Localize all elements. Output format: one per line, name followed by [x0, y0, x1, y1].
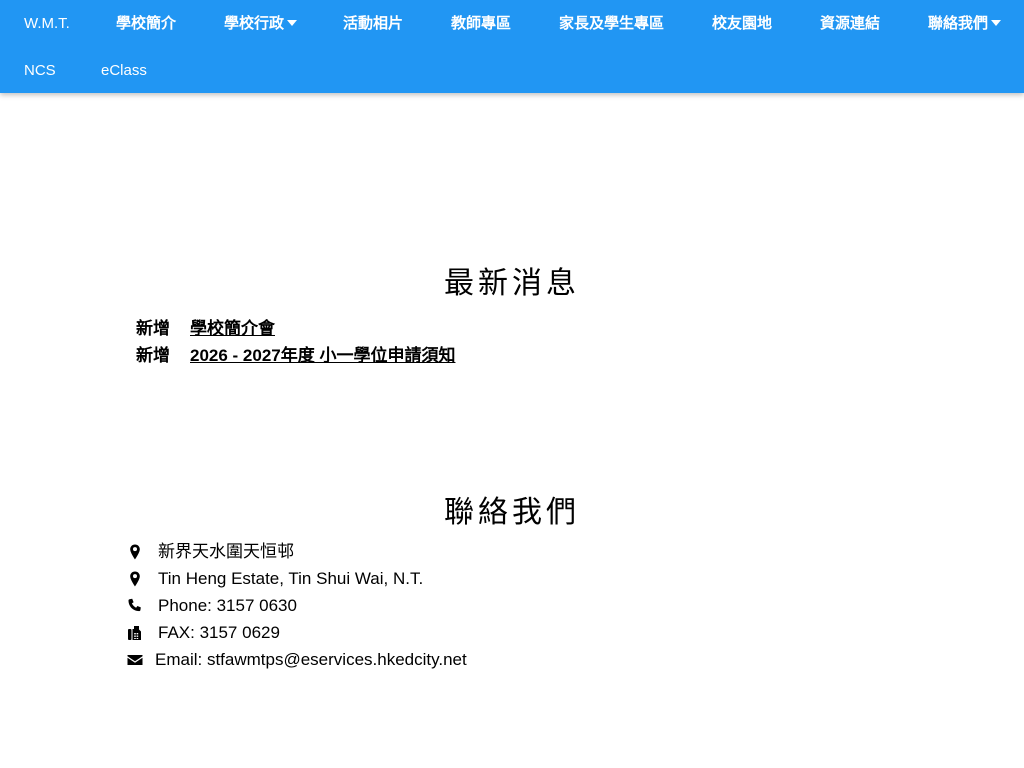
contact-text: Phone: 3157 0630	[158, 596, 297, 615]
caret-down-icon	[991, 20, 1002, 27]
nav-eclass[interactable]: eClass	[101, 61, 147, 81]
map-marker-icon	[126, 570, 144, 588]
nav-school-admin[interactable]: 學校行政	[224, 14, 298, 34]
contact-text: 新界天水圍天恒邨	[158, 542, 294, 561]
contact-address-chinese: 新界天水圍天恒邨	[126, 541, 294, 563]
news-item: 新增 學校簡介會	[136, 318, 275, 340]
nav-resources[interactable]: 資源連結	[820, 14, 880, 34]
contact-address-english: Tin Heng Estate, Tin Shui Wai, N.T.	[126, 568, 423, 590]
contact-text: Email: stfawmtps@eservices.hkedcity.net	[155, 650, 467, 669]
nav-parents-students-zone[interactable]: 家長及學生專區	[559, 14, 664, 34]
news-item-tag: 新增	[136, 319, 170, 338]
nav-contact-us-label: 聯絡我們	[928, 15, 989, 32]
contact-text: FAX: 3157 0629	[158, 623, 280, 642]
nav-contact-us[interactable]: 聯絡我們	[928, 14, 1002, 34]
news-item-link[interactable]: 學校簡介會	[190, 319, 275, 338]
envelope-icon	[126, 651, 144, 669]
nav-teachers-zone[interactable]: 教師專區	[451, 14, 511, 34]
map-marker-icon	[126, 543, 144, 561]
news-section-title: 最新消息	[444, 267, 580, 300]
contact-email: Email: stfawmtps@eservices.hkedcity.net	[126, 649, 467, 671]
contact-fax: FAX: 3157 0629	[126, 622, 280, 644]
nav-activity-photos[interactable]: 活動相片	[343, 14, 403, 34]
news-item-tag: 新增	[136, 346, 170, 365]
news-item: 新增 2026 - 2027年度 小一學位申請須知	[136, 345, 455, 367]
contact-text: Tin Heng Estate, Tin Shui Wai, N.T.	[158, 569, 424, 588]
contact-section-title: 聯絡我們	[444, 496, 580, 529]
nav-school-intro[interactable]: 學校簡介	[116, 14, 176, 34]
fax-icon	[126, 624, 144, 642]
contact-phone: Phone: 3157 0630	[126, 595, 297, 617]
top-navbar: W.M.T. 學校簡介 學校行政 活動相片 教師專區 家長及學生專區 校友園地 …	[0, 0, 1024, 93]
phone-icon	[126, 597, 144, 615]
caret-down-icon	[287, 20, 298, 27]
news-item-link[interactable]: 2026 - 2027年度 小一學位申請須知	[190, 346, 455, 365]
nav-alumni[interactable]: 校友園地	[712, 14, 772, 34]
nav-ncs[interactable]: NCS	[24, 61, 56, 81]
nav-school-admin-label: 學校行政	[224, 15, 285, 32]
nav-home[interactable]: W.M.T.	[24, 14, 70, 34]
